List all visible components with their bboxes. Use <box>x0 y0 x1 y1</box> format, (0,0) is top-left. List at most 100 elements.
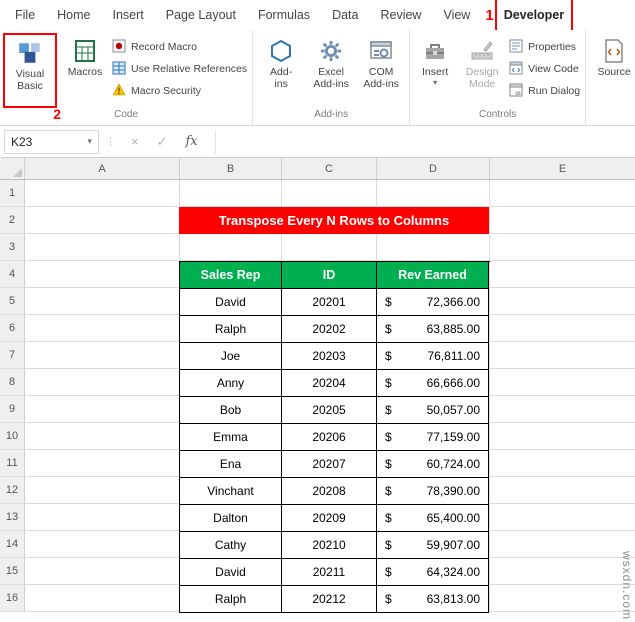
excel-add-ins-label-1: Excel <box>318 66 344 78</box>
row-header[interactable]: 3 <box>0 234 25 260</box>
table-row: David 20211 $64,324.00 <box>180 559 490 586</box>
cell-sales-rep[interactable]: Ena <box>180 451 282 478</box>
cell-rev[interactable]: $63,813.00 <box>377 586 489 613</box>
cell-rev[interactable]: $50,057.00 <box>377 397 489 424</box>
header-id[interactable]: ID <box>282 262 377 289</box>
header-rev-earned[interactable]: Rev Earned <box>377 262 489 289</box>
cell-id[interactable]: 20208 <box>282 478 377 505</box>
formula-bar: K23 ▾ ⋮ × ✓ fx <box>0 126 635 158</box>
tab-home[interactable]: Home <box>46 1 101 29</box>
column-header-a[interactable]: A <box>25 158 180 179</box>
tab-view[interactable]: View <box>432 1 481 29</box>
view-code-label: View Code <box>528 63 579 75</box>
row-header[interactable]: 11 <box>0 450 25 476</box>
select-all-corner[interactable] <box>0 158 25 179</box>
tab-formulas[interactable]: Formulas <box>247 1 321 29</box>
cell-sales-rep[interactable]: Ralph <box>180 316 282 343</box>
insert-function-icon[interactable]: fx <box>186 134 198 149</box>
row-header[interactable]: 16 <box>0 585 25 611</box>
tab-page-layout[interactable]: Page Layout <box>155 1 247 29</box>
formula-input[interactable] <box>214 129 631 154</box>
row-header[interactable]: 6 <box>0 315 25 341</box>
column-header-c[interactable]: C <box>282 158 377 179</box>
cell-rev[interactable]: $64,324.00 <box>377 559 489 586</box>
com-add-ins-button[interactable]: COM Add-ins <box>356 33 406 108</box>
cell-rev[interactable]: $65,400.00 <box>377 505 489 532</box>
insert-control-button[interactable]: Insert ▾ <box>413 33 457 108</box>
add-ins-button[interactable]: Add- ins <box>256 33 306 108</box>
cell-id[interactable]: 20205 <box>282 397 377 424</box>
cell-id[interactable]: 20212 <box>282 586 377 613</box>
record-macro-button[interactable]: Record Macro <box>112 38 247 56</box>
cell-id[interactable]: 20203 <box>282 343 377 370</box>
cell-rev[interactable]: $66,666.00 <box>377 370 489 397</box>
tab-insert[interactable]: Insert <box>102 1 155 29</box>
cell-sales-rep[interactable]: Cathy <box>180 532 282 559</box>
cell-id[interactable]: 20210 <box>282 532 377 559</box>
cancel-icon[interactable]: × <box>131 134 139 149</box>
excel-add-ins-button[interactable]: Excel Add-ins <box>306 33 356 108</box>
cell-sales-rep[interactable]: Ralph <box>180 586 282 613</box>
row-header[interactable]: 1 <box>0 180 25 206</box>
cell-rev[interactable]: $77,159.00 <box>377 424 489 451</box>
header-sales-rep[interactable]: Sales Rep <box>180 262 282 289</box>
tab-file[interactable]: File <box>4 1 46 29</box>
cell-rev[interactable]: $59,907.00 <box>377 532 489 559</box>
row-header[interactable]: 4 <box>0 261 25 287</box>
cell-sales-rep[interactable]: David <box>180 559 282 586</box>
enter-icon[interactable]: ✓ <box>157 134 168 150</box>
design-mode-button[interactable]: Design Mode <box>457 33 507 108</box>
cell-sales-rep[interactable]: Anny <box>180 370 282 397</box>
row-header[interactable]: 10 <box>0 423 25 449</box>
cell-rev[interactable]: $72,366.00 <box>377 289 489 316</box>
cell-id[interactable]: 20211 <box>282 559 377 586</box>
relative-references-icon <box>112 61 126 78</box>
visual-basic-button[interactable]: Visual Basic <box>5 35 55 106</box>
name-box-dropdown-icon[interactable]: ▾ <box>87 136 92 147</box>
properties-button[interactable]: Properties <box>509 38 580 56</box>
cell-id[interactable]: 20206 <box>282 424 377 451</box>
row-header[interactable]: 5 <box>0 288 25 314</box>
cell-rev[interactable]: $63,885.00 <box>377 316 489 343</box>
cell-sales-rep[interactable]: Joe <box>180 343 282 370</box>
row-header[interactable]: 14 <box>0 531 25 557</box>
cell-rev[interactable]: $60,724.00 <box>377 451 489 478</box>
rev-amount: 72,366.00 <box>426 295 480 309</box>
row-header[interactable]: 9 <box>0 396 25 422</box>
tab-review[interactable]: Review <box>369 1 432 29</box>
column-header-b[interactable]: B <box>180 158 282 179</box>
cell-sales-rep[interactable]: Vinchant <box>180 478 282 505</box>
rev-amount: 63,813.00 <box>426 592 480 606</box>
row-header[interactable]: 15 <box>0 558 25 584</box>
cell-id[interactable]: 20209 <box>282 505 377 532</box>
currency-symbol: $ <box>385 484 392 498</box>
cell-id[interactable]: 20204 <box>282 370 377 397</box>
source-button[interactable]: Source <box>589 33 635 108</box>
view-code-button[interactable]: View Code <box>509 60 580 78</box>
macro-security-button[interactable]: Macro Security <box>112 82 247 100</box>
column-header-e[interactable]: E <box>490 158 635 179</box>
cell-sales-rep[interactable]: Bob <box>180 397 282 424</box>
use-relative-references-button[interactable]: Use Relative References <box>112 60 247 78</box>
name-box[interactable]: K23 ▾ <box>4 129 99 154</box>
rev-amount: 76,811.00 <box>427 349 481 363</box>
row-header[interactable]: 12 <box>0 477 25 503</box>
row-header[interactable]: 13 <box>0 504 25 530</box>
tab-data[interactable]: Data <box>321 1 369 29</box>
row-header[interactable]: 8 <box>0 369 25 395</box>
title-banner[interactable]: Transpose Every N Rows to Columns <box>179 207 489 234</box>
column-header-d[interactable]: D <box>377 158 490 179</box>
row-header[interactable]: 7 <box>0 342 25 368</box>
macros-button[interactable]: Macros <box>60 33 110 108</box>
cell-id[interactable]: 20201 <box>282 289 377 316</box>
cell-rev[interactable]: $78,390.00 <box>377 478 489 505</box>
row-header[interactable]: 2 <box>0 207 25 233</box>
cell-rev[interactable]: $76,811.00 <box>377 343 489 370</box>
cell-sales-rep[interactable]: Emma <box>180 424 282 451</box>
cell-sales-rep[interactable]: Dalton <box>180 505 282 532</box>
run-dialog-button[interactable]: Run Dialog <box>509 82 580 100</box>
cell-id[interactable]: 20202 <box>282 316 377 343</box>
cell-id[interactable]: 20207 <box>282 451 377 478</box>
tab-developer[interactable]: Developer <box>494 0 574 32</box>
cell-sales-rep[interactable]: David <box>180 289 282 316</box>
